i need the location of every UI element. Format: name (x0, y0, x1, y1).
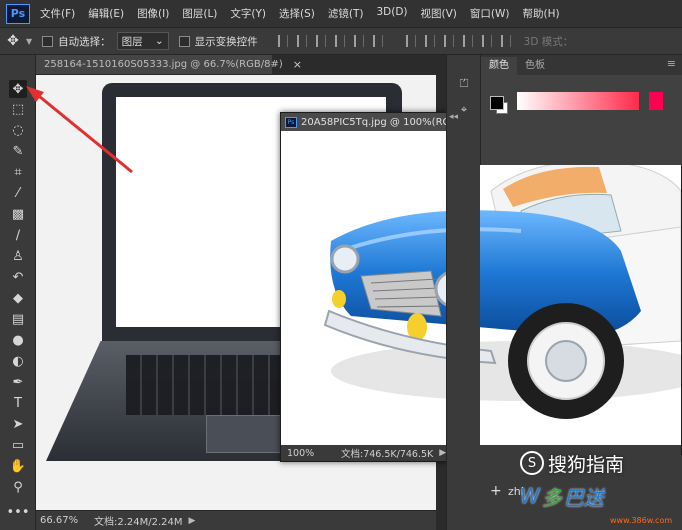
adjust-panel-icon[interactable]: ⌖ (457, 103, 471, 117)
sougou-logo-icon: S (520, 451, 544, 475)
brand-watermark-mid: 多 (541, 485, 562, 510)
panel-icon-strip: ◂◂ ⏍ ⌖ (446, 55, 480, 530)
brand-watermark-end: 巴送 (563, 485, 604, 510)
brand-url: www.386w.com (610, 516, 673, 525)
color-panel-tabs: 颜色 色板 (481, 55, 682, 75)
foreground-color-swatch[interactable] (490, 96, 504, 110)
panel-menu-icon[interactable]: ≡ (667, 57, 676, 70)
tab-swatches[interactable]: 色板 (517, 57, 553, 75)
color-panel: 颜色 色板 ≡ (480, 55, 682, 165)
color-spectrum[interactable] (517, 92, 639, 110)
current-color-swatch[interactable] (649, 92, 663, 110)
sougou-watermark-text: 搜狗指南 (548, 453, 625, 476)
add-icon[interactable]: + (490, 483, 502, 499)
brand-watermark-w: W (520, 484, 540, 508)
sougou-watermark: S 搜狗指南 (520, 448, 682, 478)
tab-color[interactable]: 颜色 (481, 57, 517, 75)
brand-watermark: W 多 巴送 (520, 478, 682, 514)
history-panel-icon[interactable]: ⏍ (457, 77, 471, 91)
